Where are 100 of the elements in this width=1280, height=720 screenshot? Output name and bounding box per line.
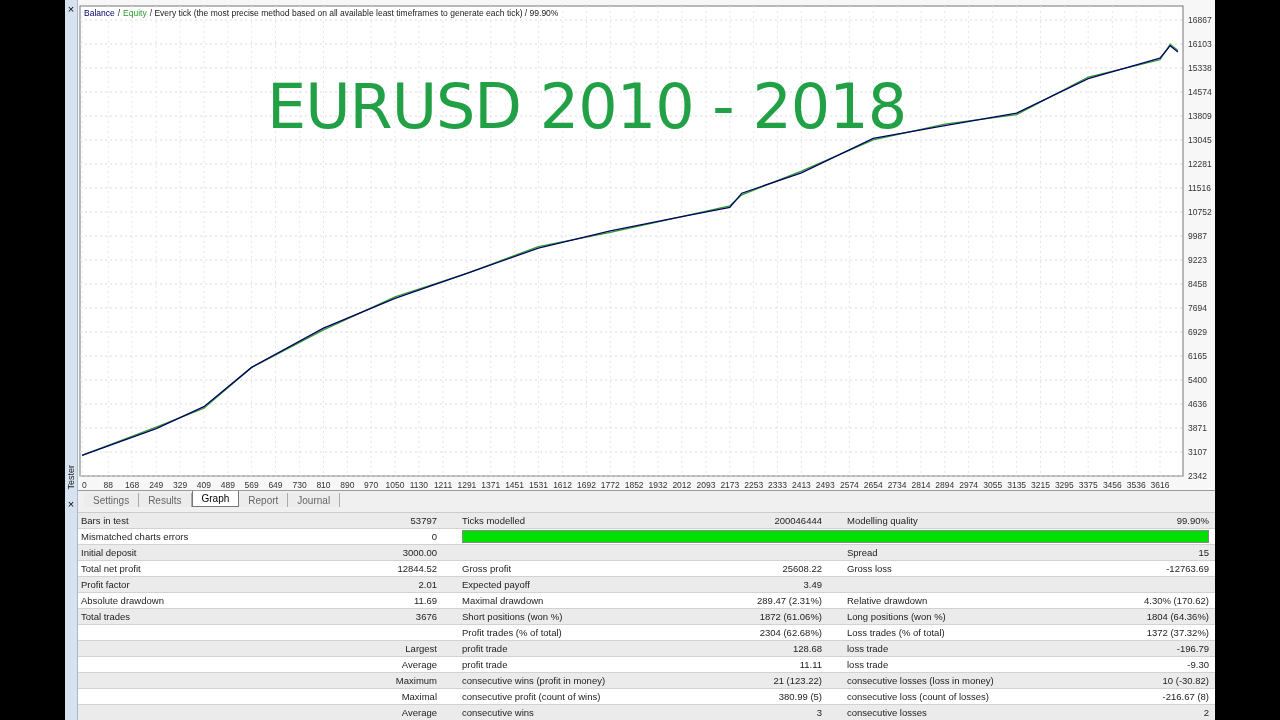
report-value: Largest — [404, 643, 438, 654]
report-value: 11.69 — [412, 595, 438, 606]
x-tick-label: 1692 — [577, 480, 596, 490]
x-tick-label: 0 — [82, 480, 87, 490]
x-tick-label: 810 — [316, 480, 331, 490]
legend-text: / Every tick (the most precise method based on all available least timeframes to generate each tick) / 99.90% — [149, 8, 559, 18]
y-tick-label: 14574 — [1188, 87, 1212, 97]
close-icon[interactable]: × — [67, 3, 75, 15]
report-label: Mismatched charts errors — [80, 531, 190, 542]
x-tick-label: 3055 — [983, 480, 1003, 490]
report-value: 25608.22 — [781, 563, 823, 574]
y-tick-label: 16867 — [1188, 15, 1212, 25]
report-value: 15 — [1197, 547, 1210, 558]
y-tick-label: 13045 — [1188, 135, 1212, 145]
legend-label: Balance — [84, 8, 115, 18]
report-label: Loss trades (% of total) — [846, 627, 946, 638]
panel-label: Tester — [65, 465, 77, 490]
report-value: 12844.52 — [396, 563, 438, 574]
y-tick-label: 13809 — [1188, 111, 1212, 121]
legend-separator: / — [117, 8, 121, 18]
y-tick-label: 16103 — [1188, 39, 1212, 49]
x-tick-label: 3295 — [1054, 480, 1074, 490]
x-tick-label: 249 — [149, 480, 164, 490]
x-tick-label: 1612 — [553, 480, 573, 490]
x-tick-label: 2654 — [863, 480, 883, 490]
report-label: Relative drawdown — [846, 595, 929, 606]
x-tick-label: 730 — [292, 480, 307, 490]
report-label: Gross profit — [461, 563, 513, 574]
x-tick-label: 2734 — [887, 480, 907, 490]
x-tick-label: 1772 — [600, 480, 620, 490]
x-tick-label: 1050 — [385, 480, 405, 490]
report-value: -196.79 — [1175, 643, 1210, 654]
tab[interactable]: Graph — [191, 491, 240, 507]
y-tick-label: 9987 — [1188, 231, 1207, 241]
x-tick-label: 3536 — [1126, 480, 1146, 490]
x-tick-label: 1451 — [505, 480, 525, 490]
x-tick-label: 2413 — [791, 480, 811, 490]
report-label: profit trade — [461, 659, 509, 670]
report-label: Expected payoff — [461, 579, 531, 590]
y-tick-label: 6929 — [1188, 327, 1207, 337]
report-value: 0 — [430, 531, 438, 542]
close-icon[interactable]: × — [67, 497, 75, 510]
report-label: Profit trades (% of total) — [461, 627, 563, 638]
report-value: 1372 (37.32%) — [1145, 627, 1210, 638]
y-tick-label: 3107 — [1188, 447, 1207, 457]
report-label: Absolute drawdown — [80, 595, 165, 606]
report-label: Total net profit — [80, 563, 142, 574]
report-label: consecutive wins (profit in money) — [461, 675, 607, 686]
report-value: 11.11 — [798, 659, 823, 670]
x-tick-label: 2333 — [768, 480, 787, 490]
x-tick-label: 329 — [173, 480, 188, 490]
y-tick-label: 5400 — [1188, 375, 1207, 385]
report-value: 3.49 — [802, 579, 823, 590]
report-value: Maximal — [400, 691, 438, 702]
report-value: Average — [400, 707, 438, 718]
y-tick-label: 11516 — [1188, 183, 1211, 193]
x-tick-label: 2814 — [911, 480, 931, 490]
x-tick-label: 1852 — [624, 480, 644, 490]
legend-label: Equity — [123, 8, 147, 18]
y-tick-label: 12281 — [1188, 158, 1212, 169]
report-value: 2 — [1202, 707, 1210, 718]
x-tick-label: 489 — [220, 480, 235, 490]
y-tick-label: 10752 — [1188, 207, 1212, 217]
report-value: 380.99 (5) — [777, 691, 823, 702]
chart-title: EURUSD 2010 - 2018 — [267, 70, 907, 143]
report-value: Maximum — [394, 675, 438, 686]
x-tick-label: 1130 — [409, 480, 429, 490]
report-label: Spread — [846, 547, 879, 558]
report-label: Initial deposit — [80, 547, 138, 558]
x-tick-label: 569 — [244, 480, 259, 490]
report-label: consecutive loss (count of losses) — [846, 691, 991, 702]
y-tick-label: 6165 — [1188, 351, 1207, 361]
report-value: Average — [400, 659, 438, 670]
tab[interactable]: Settings — [84, 493, 140, 507]
report-value: -9.30 — [1186, 659, 1210, 670]
x-tick-label: 2093 — [696, 480, 716, 490]
report-value: 99.90% — [1175, 515, 1210, 526]
x-tick-label: 3456 — [1102, 480, 1122, 490]
report-value: 53797 — [409, 515, 438, 526]
report-label: consecutive wins — [461, 707, 535, 718]
x-tick-label: 168 — [125, 480, 140, 490]
x-tick-label: 1932 — [648, 480, 668, 490]
report-label: Modelling quality — [846, 515, 919, 526]
report-value: 128.68 — [791, 643, 823, 654]
x-tick-label: 1211 — [433, 480, 453, 490]
x-tick-label: 2493 — [815, 480, 835, 490]
tab[interactable]: Journal — [288, 493, 341, 507]
tab[interactable]: Report — [239, 493, 289, 507]
report-label: Gross loss — [846, 563, 893, 574]
report-value: 200046444 — [773, 515, 823, 526]
report-label: Total trades — [80, 611, 132, 622]
report-label: loss trade — [846, 643, 890, 654]
y-tick-label: 9223 — [1188, 255, 1207, 265]
x-tick-label: 970 — [364, 480, 379, 490]
report-value: 289.47 (2.31%) — [756, 595, 823, 606]
x-tick-label: 3215 — [1031, 480, 1050, 490]
x-tick-label: 2012 — [672, 480, 692, 490]
report-label: Profit factor — [80, 579, 131, 590]
report-value: -216.67 (8) — [1161, 691, 1210, 702]
tab[interactable]: Results — [139, 493, 192, 507]
